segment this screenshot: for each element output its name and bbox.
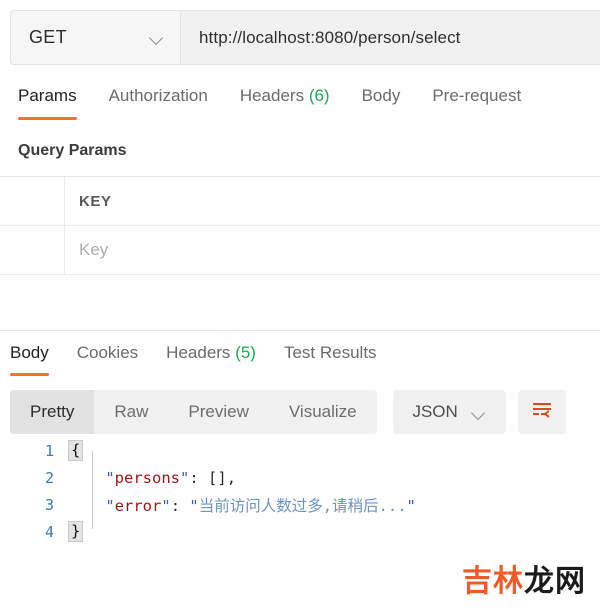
request-tab-bar: Params Authorization Headers (6) Body Pr… [0,82,600,126]
param-key-placeholder: Key [79,240,109,259]
request-url-bar: GET http://localhost:8080/person/select [10,10,600,65]
code-line: 1 { [0,437,600,464]
watermark-dark-text: 龙网 [524,564,586,599]
tab-pre-request-label: Pre-request [432,86,522,105]
format-visualize-button[interactable]: Visualize [269,390,377,434]
column-header-key: KEY [65,177,600,225]
code-line: 3 "error": "当前访问人数过多,请稍后..." [0,491,600,518]
json-value: [] [208,468,227,487]
tab-body[interactable]: Body [362,82,401,120]
tab-headers-count: (6) [308,86,330,105]
url-text: http://localhost:8080/person/select [199,27,461,47]
tab-params[interactable]: Params [18,82,77,120]
code-content: { [68,440,84,461]
line-number: 1 [44,441,54,460]
tab-params-label: Params [18,86,77,105]
tab-authorization-label: Authorization [108,86,208,105]
watermark: 吉林龙网 [462,556,586,600]
tab-response-headers-count: (5) [235,343,256,362]
line-number: 3 [44,495,54,514]
response-format-toolbar: Pretty Raw Preview Visualize JSON [10,390,600,434]
response-language-dropdown[interactable]: JSON [392,390,506,434]
tab-authorization[interactable]: Authorization [109,82,208,120]
json-quote: " [161,496,171,515]
word-wrap-button[interactable] [517,390,566,434]
format-preview-button[interactable]: Preview [168,390,268,434]
query-params-table: KEY Key [0,176,600,275]
json-quote: " [105,496,115,515]
format-segmented-control: Pretty Raw Preview Visualize [10,390,377,434]
tab-cookies-label: Cookies [76,343,139,362]
line-number: 2 [44,468,54,487]
response-language-label: JSON [412,402,458,421]
json-key: persons [114,468,180,487]
tab-headers[interactable]: Headers (6) [240,82,330,120]
json-quote: " [180,468,190,487]
format-pretty-label: Pretty [30,402,75,421]
tab-response-body-label: Body [10,343,49,362]
word-wrap-icon [531,401,553,424]
chevron-down-icon [150,33,164,42]
code-line: 4 } [0,518,600,545]
json-colon: : [170,496,190,515]
json-quote: " [406,496,416,515]
line-number: 4 [44,522,54,541]
indent-guide-line [92,451,93,529]
watermark-orange-text: 吉林 [462,564,524,599]
pane-divider [0,330,600,331]
tab-response-body[interactable]: Body [10,340,49,376]
code-content: "persons": [], [68,469,236,487]
json-quote: " [189,496,199,515]
tab-cookies[interactable]: Cookies [77,340,138,376]
format-raw-button[interactable]: Raw [94,390,168,434]
row-checkbox-cell[interactable] [0,226,65,274]
format-pretty-button[interactable]: Pretty [10,390,95,434]
tab-response-headers[interactable]: Headers (5) [166,340,256,376]
tab-pre-request[interactable]: Pre-request [432,82,521,120]
chevron-down-icon [472,408,486,417]
json-colon: : [189,468,209,487]
json-open-brace: { [68,440,84,461]
json-key: error [114,496,162,515]
http-method-dropdown[interactable]: GET [10,10,180,65]
code-content: } [68,521,84,542]
json-close-brace: } [68,521,84,542]
code-line: 2 "persons": [], [0,464,600,491]
format-raw-label: Raw [114,402,149,421]
column-header-key-label: KEY [79,192,112,210]
format-visualize-label: Visualize [288,402,357,421]
tab-headers-label: Headers [239,86,305,105]
select-all-checkbox-cell[interactable] [0,177,65,225]
json-string-value: 当前访问人数过多,请稍后... [198,496,407,515]
json-quote: " [105,468,115,487]
url-input[interactable]: http://localhost:8080/person/select [180,10,600,65]
format-preview-label: Preview [188,402,249,421]
table-row: Key [0,226,600,275]
param-key-input[interactable]: Key [65,226,600,274]
table-header-row: KEY [0,177,600,226]
tab-test-results-label: Test Results [283,343,377,362]
tab-response-headers-label: Headers [166,343,231,362]
tab-body-label: Body [361,86,401,105]
code-content: "error": "当前访问人数过多,请稍后..." [68,494,416,516]
tab-test-results[interactable]: Test Results [284,340,377,376]
response-tab-bar: Body Cookies Headers (5) Test Results [0,340,600,382]
http-method-label: GET [29,27,67,47]
query-params-title: Query Params [18,142,127,159]
json-comma: , [226,468,237,487]
